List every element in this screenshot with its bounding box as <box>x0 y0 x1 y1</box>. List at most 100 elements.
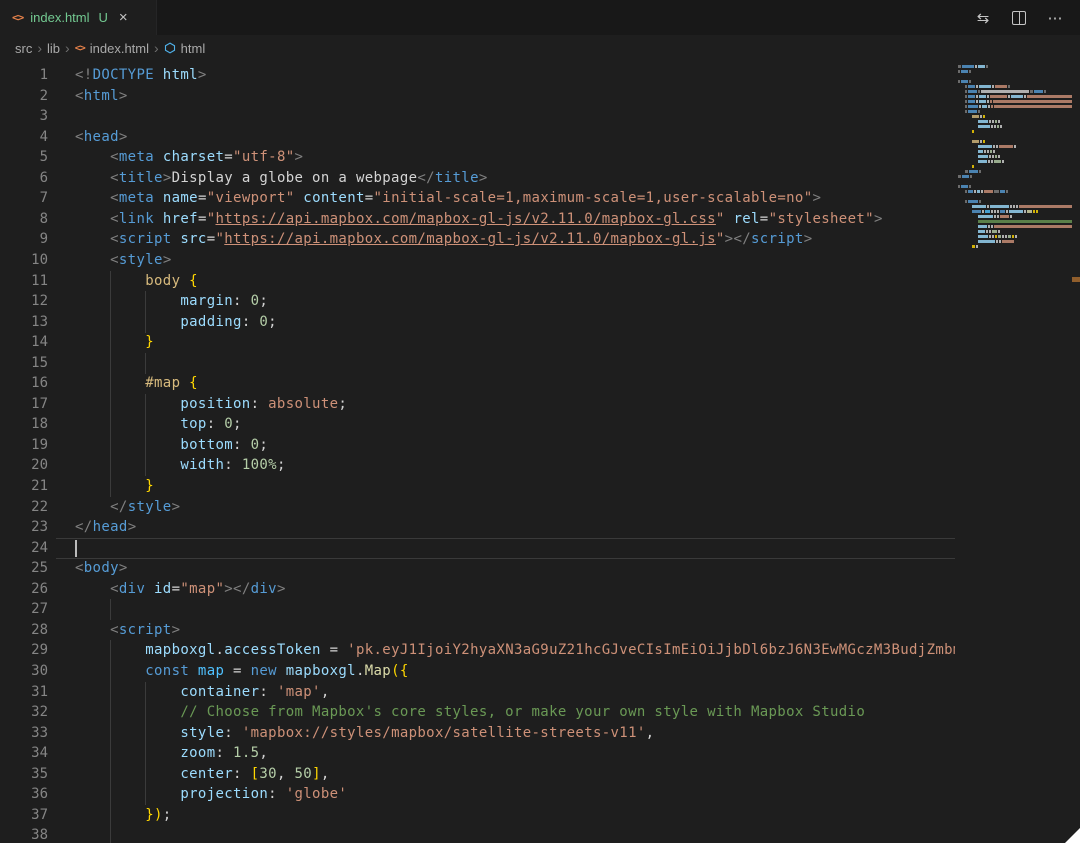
code-line[interactable]: 28 <script> <box>0 620 1080 641</box>
line-number[interactable]: 37 <box>0 805 48 826</box>
code-line[interactable]: 16 #map { <box>0 373 1080 394</box>
line-content[interactable]: <!DOCTYPE html> <box>75 65 955 86</box>
line-number[interactable]: 19 <box>0 435 48 456</box>
code-line[interactable]: 23 </head> <box>0 517 1080 538</box>
line-content[interactable]: <script> <box>75 620 955 641</box>
line-number[interactable]: 22 <box>0 497 48 518</box>
breadcrumb-item-html[interactable]: html <box>164 41 206 56</box>
code-line[interactable]: 38 <box>0 825 1080 843</box>
line-number[interactable]: 21 <box>0 476 48 497</box>
line-content[interactable]: projection: 'globe' <box>75 784 955 805</box>
code-line[interactable]: 4<head> <box>0 127 1080 148</box>
line-content[interactable]: top: 0; <box>75 414 955 435</box>
line-content[interactable] <box>75 538 955 559</box>
line-content[interactable]: #map { <box>75 373 955 394</box>
line-number[interactable]: 17 <box>0 394 48 415</box>
line-content[interactable]: <meta name="viewport" content="initial-s… <box>75 188 955 209</box>
line-number[interactable]: 5 <box>0 147 48 168</box>
line-content[interactable]: margin: 0; <box>75 291 955 312</box>
code-line[interactable]: 10 <style> <box>0 250 1080 271</box>
line-content[interactable]: <body> <box>75 558 955 579</box>
line-content[interactable]: </head> <box>75 517 955 538</box>
code-line[interactable]: 33 style: 'mapbox://styles/mapbox/satell… <box>0 723 1080 744</box>
line-number[interactable]: 32 <box>0 702 48 723</box>
line-content[interactable] <box>75 599 955 620</box>
line-number[interactable]: 13 <box>0 312 48 333</box>
line-content[interactable]: mapboxgl.accessToken = 'pk.eyJ1IjoiY2hya… <box>75 640 955 661</box>
code-line[interactable]: 24 <box>0 538 1080 559</box>
code-line[interactable]: 2 <html> <box>0 86 1080 107</box>
line-number[interactable]: 27 <box>0 599 48 620</box>
line-number[interactable]: 34 <box>0 743 48 764</box>
split-editor-icon[interactable] <box>1006 5 1032 31</box>
code-line[interactable]: 5 <meta charset="utf-8"> <box>0 147 1080 168</box>
code-line[interactable]: 8 <link href="https://api.mapbox.com/map… <box>0 209 1080 230</box>
line-number[interactable]: 18 <box>0 414 48 435</box>
line-number[interactable]: 12 <box>0 291 48 312</box>
line-number[interactable]: 25 <box>0 558 48 579</box>
line-number[interactable]: 3 <box>0 106 48 127</box>
line-number[interactable]: 9 <box>0 229 48 250</box>
code-line[interactable]: 21 } <box>0 476 1080 497</box>
line-content[interactable]: container: 'map', <box>75 682 955 703</box>
line-number[interactable]: 10 <box>0 250 48 271</box>
line-content[interactable]: width: 100%; <box>75 455 955 476</box>
code-line[interactable]: 3 <box>0 106 1080 127</box>
line-number[interactable]: 24 <box>0 538 48 559</box>
code-line[interactable]: 15 <box>0 353 1080 374</box>
line-number[interactable]: 15 <box>0 353 48 374</box>
code-line[interactable]: 27 <box>0 599 1080 620</box>
more-actions-icon[interactable]: ⋯ <box>1042 5 1068 31</box>
code-line[interactable]: 31 container: 'map', <box>0 682 1080 703</box>
code-line[interactable]: 35 center: [30, 50], <box>0 764 1080 785</box>
code-line[interactable]: 32 // Choose from Mapbox's core styles, … <box>0 702 1080 723</box>
line-number[interactable]: 28 <box>0 620 48 641</box>
line-content[interactable]: } <box>75 476 955 497</box>
line-content[interactable]: <title>Display a globe on a webpage</tit… <box>75 168 955 189</box>
code-line[interactable]: 7 <meta name="viewport" content="initial… <box>0 188 1080 209</box>
line-number[interactable]: 16 <box>0 373 48 394</box>
code-line[interactable]: 34 zoom: 1.5, <box>0 743 1080 764</box>
line-number[interactable]: 11 <box>0 271 48 292</box>
line-number[interactable]: 7 <box>0 188 48 209</box>
line-content[interactable]: </style> <box>75 497 955 518</box>
line-content[interactable]: center: [30, 50], <box>75 764 955 785</box>
line-number[interactable]: 30 <box>0 661 48 682</box>
code-line[interactable]: 9 <script src="https://api.mapbox.com/ma… <box>0 229 1080 250</box>
code-line[interactable]: 25 <body> <box>0 558 1080 579</box>
code-line[interactable]: 1 <!DOCTYPE html> <box>0 65 1080 86</box>
breadcrumb-item-src[interactable]: src <box>15 41 32 56</box>
line-content[interactable] <box>75 106 955 127</box>
line-number[interactable]: 1 <box>0 65 48 86</box>
line-content[interactable]: position: absolute; <box>75 394 955 415</box>
code-line[interactable]: 12 margin: 0; <box>0 291 1080 312</box>
line-content[interactable]: <link href="https://api.mapbox.com/mapbo… <box>75 209 955 230</box>
line-content[interactable]: const map = new mapboxgl.Map({ <box>75 661 955 682</box>
code-line[interactable]: 18 top: 0; <box>0 414 1080 435</box>
close-tab-icon[interactable]: × <box>119 10 128 25</box>
line-number[interactable]: 35 <box>0 764 48 785</box>
code-editor[interactable]: 1<!DOCTYPE html>2<html>34<head>5 <meta c… <box>0 61 1080 843</box>
line-content[interactable] <box>75 353 955 374</box>
code-line[interactable]: 19 bottom: 0; <box>0 435 1080 456</box>
line-number[interactable]: 2 <box>0 86 48 107</box>
line-content[interactable]: style: 'mapbox://styles/mapbox/satellite… <box>75 723 955 744</box>
line-content[interactable]: <html> <box>75 86 955 107</box>
code-line[interactable]: 37 }); <box>0 805 1080 826</box>
code-line[interactable]: 17 position: absolute; <box>0 394 1080 415</box>
line-content[interactable]: }); <box>75 805 955 826</box>
line-number[interactable]: 8 <box>0 209 48 230</box>
code-line[interactable]: 11 body { <box>0 271 1080 292</box>
line-number[interactable]: 23 <box>0 517 48 538</box>
minimap[interactable] <box>958 65 1072 255</box>
code-line[interactable]: 20 width: 100%; <box>0 455 1080 476</box>
line-content[interactable]: <head> <box>75 127 955 148</box>
code-line[interactable]: 29 mapboxgl.accessToken = 'pk.eyJ1IjoiY2… <box>0 640 1080 661</box>
code-line[interactable]: 6 <title>Display a globe on a webpage</t… <box>0 168 1080 189</box>
code-line[interactable]: 36 projection: 'globe' <box>0 784 1080 805</box>
line-number[interactable]: 33 <box>0 723 48 744</box>
line-number[interactable]: 29 <box>0 640 48 661</box>
overview-ruler[interactable] <box>1072 61 1080 843</box>
line-content[interactable]: <meta charset="utf-8"> <box>75 147 955 168</box>
line-content[interactable] <box>75 825 955 843</box>
